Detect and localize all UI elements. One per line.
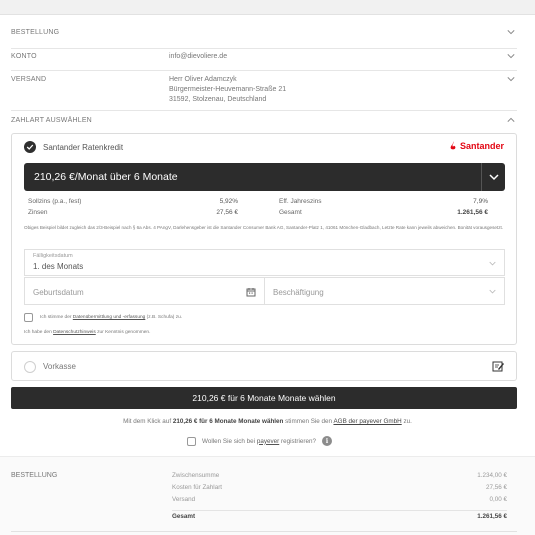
summary-row-label: Zwischensumme (172, 472, 220, 479)
chevron-down-icon (489, 260, 496, 267)
payment-option-santander[interactable]: Santander Ratenkredit Santander 210,26 €… (11, 133, 517, 345)
order-summary: BESTELLUNG Zwischensumme 1.234,00 € Kost… (0, 456, 535, 535)
register-text: Wollen Sie sich bei payever registrieren… (202, 438, 316, 445)
eff-jahreszins-label: Eff. Jahreszins (279, 198, 322, 205)
consent-text: Ich stimme der Datenübermittlung und -er… (40, 315, 182, 320)
faelligkeit-select[interactable]: Fälligkeitsdatum 1. des Monats (24, 249, 505, 276)
privacy-suffix: zur Kenntnis genommen. (95, 330, 151, 335)
chevron-down-icon[interactable] (507, 52, 515, 60)
versand-name: Herr Oliver Adamczyk (169, 76, 237, 83)
summary-row-label: Kosten für Zahlart (172, 484, 223, 491)
chevron-up-icon[interactable] (507, 116, 515, 124)
payment-option-vorkasse[interactable]: Vorkasse (11, 351, 517, 381)
legal-text: Obiges Beispiel bildet zugleich das 2/3-… (24, 225, 504, 230)
section-konto[interactable]: KONTO info@dievoliere.de (11, 49, 517, 71)
register-suffix: registrieren? (279, 437, 316, 445)
register-row: Wollen Sie sich bei payever registrieren… (187, 436, 332, 446)
section-zahlart[interactable]: ZAHLART AUSWÄHLEN (11, 111, 517, 129)
consent-checkbox[interactable] (24, 313, 33, 322)
calendar-icon[interactable] (246, 287, 256, 297)
agb-bold: 210,26 € für 6 Monate Monate wählen (172, 418, 284, 425)
chevron-down-icon (489, 174, 499, 181)
plan-dropdown-value: 210,26 €/Monat über 6 Monate (34, 171, 178, 183)
payment-method-name: Santander Ratenkredit (43, 143, 124, 152)
zinsen-value: 27,56 € (216, 209, 238, 216)
consent-suffix: (z.B. Schufa) zu. (145, 315, 183, 320)
versand-street: Bürgermeister-Heuvemann-Straße 21 (169, 86, 287, 93)
summary-divider (172, 510, 507, 511)
section-versand[interactable]: VERSAND Herr Oliver Adamczyk Bürgermeist… (11, 71, 517, 111)
section-bestellung-label: BESTELLUNG (11, 29, 60, 36)
agb-prefix: Mit dem Klick auf (123, 418, 173, 425)
sollzins-label: Sollzins (p.a., fest) (28, 198, 82, 205)
summary-row-label: Versand (172, 496, 196, 503)
geburtsdatum-placeholder: Geburtsdatum (33, 288, 84, 297)
plan-dropdown[interactable]: 210,26 €/Monat über 6 Monate (24, 163, 505, 191)
gesamt-label: Gesamt (279, 209, 302, 216)
section-bestellung[interactable]: BESTELLUNG (11, 15, 517, 49)
geburtsdatum-field[interactable]: Geburtsdatum (24, 277, 265, 305)
radio-checked-icon[interactable] (24, 141, 36, 153)
section-zahlart-label: ZAHLART AUSWÄHLEN (11, 117, 92, 124)
summary-bottom-divider (11, 531, 517, 532)
versand-city: 31592, Stolzenau, Deutschland (169, 96, 267, 103)
summary-row-value: 1.234,00 € (477, 472, 507, 479)
konto-email: info@dievoliere.de (169, 53, 228, 60)
section-versand-label: VERSAND (11, 76, 47, 83)
zinsen-label: Zinsen (28, 209, 48, 216)
register-link[interactable]: payever (257, 438, 279, 445)
summary-row-value: 27,56 € (485, 484, 507, 491)
summary-row-value: 0,00 € (489, 496, 507, 503)
santander-logo-text: Santander (459, 141, 504, 151)
agb-notice: Mit dem Klick auf 210,26 € für 6 Monate … (0, 418, 535, 425)
info-icon[interactable]: i (322, 436, 332, 446)
privacy-text: Ich habe den Datenschutzhinweis zur Kenn… (24, 330, 150, 335)
beschaeftigung-placeholder: Beschäftigung (273, 288, 324, 297)
register-prefix: Wollen Sie sich bei (202, 437, 257, 445)
chevron-down-icon (489, 288, 496, 295)
summary-total-value: 1.261,56 € (477, 513, 507, 520)
agb-link[interactable]: AGB der payever GmbH (333, 418, 401, 425)
consent-link[interactable]: Datenübermittlung und -erfassung (73, 315, 146, 320)
privacy-prefix: Ich habe den (24, 330, 54, 335)
faelligkeit-label: Fälligkeitsdatum (33, 253, 73, 259)
privacy-link[interactable]: Datenschutzhinweis (53, 330, 96, 335)
summary-title: BESTELLUNG (11, 472, 58, 479)
summary-total-label: Gesamt (172, 513, 196, 520)
consent-prefix: Ich stimme der (40, 315, 73, 320)
flame-icon (450, 141, 456, 150)
section-konto-label: KONTO (11, 53, 37, 60)
agb-suffix: zu. (401, 418, 412, 425)
chevron-down-icon[interactable] (507, 75, 515, 83)
beschaeftigung-select[interactable]: Beschäftigung (264, 277, 505, 305)
submit-payment-button[interactable]: 210,26 € für 6 Monate Monate wählen (11, 387, 517, 409)
faelligkeit-value: 1. des Monats (33, 262, 84, 271)
radio-unchecked-icon[interactable] (24, 361, 36, 373)
eff-jahreszins-value: 7,9% (473, 198, 488, 205)
plan-dropdown-toggle[interactable] (481, 163, 505, 191)
agb-middle: stimmen Sie den (283, 418, 334, 425)
gesamt-value: 1.261,56 € (457, 209, 488, 216)
register-checkbox[interactable] (187, 436, 196, 446)
invoice-edit-icon (492, 360, 504, 372)
sollzins-value: 5,92% (219, 198, 238, 205)
top-bar (0, 0, 535, 15)
vorkasse-label: Vorkasse (43, 362, 76, 371)
santander-logo: Santander (449, 141, 504, 151)
chevron-down-icon[interactable] (507, 28, 515, 36)
